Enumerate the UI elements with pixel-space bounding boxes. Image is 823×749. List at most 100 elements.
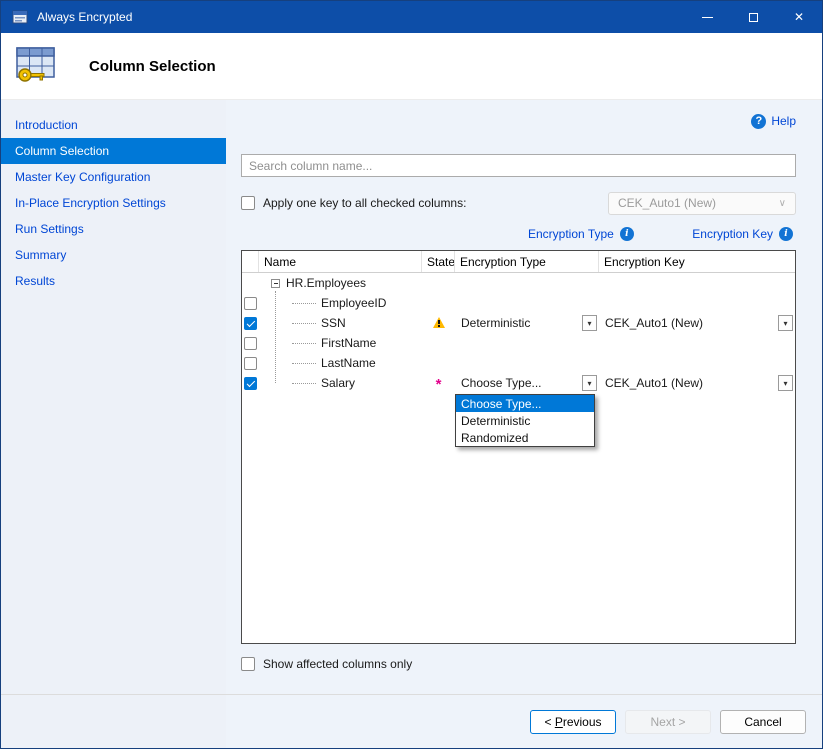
sidebar-item-introduction[interactable]: Introduction [1,112,226,138]
window-title: Always Encrypted [37,10,132,24]
always-encrypted-wizard-window: Always Encrypted ✕ Column Selection Intr… [0,0,823,749]
help-link[interactable]: Help [771,114,796,128]
sidebar-item-summary[interactable]: Summary [1,242,226,268]
sidebar-item-run-settings[interactable]: Run Settings [1,216,226,242]
row-checkbox[interactable] [244,357,257,370]
dropdown-arrow-icon[interactable]: ▾ [582,315,597,331]
next-label: Next > [650,715,685,729]
close-icon: ✕ [794,10,804,24]
arrow-glyph: ▾ [587,319,591,328]
column-name-label: FirstName [321,336,376,350]
tree-branch-line [292,303,316,304]
minimize-icon [702,17,713,18]
maximize-icon [749,13,758,22]
sidebar-item-label: Results [15,274,55,288]
warning-icon [433,317,445,328]
close-button[interactable]: ✕ [776,1,822,33]
wizard-header: Column Selection [1,33,822,100]
apply-key-value: CEK_Auto1 (New) [618,196,716,210]
sidebar-item-label: Run Settings [15,222,84,236]
previous-label-suffix: revious [563,715,602,729]
header-encryption-key: Encryption Key [599,251,795,272]
dropdown-arrow-icon[interactable]: ▾ [778,315,793,331]
arrow-glyph: ▾ [783,379,787,388]
column-name-label: EmployeeID [321,296,386,310]
tree-branch-line [292,343,316,344]
encryption-key-value: CEK_Auto1 (New) [605,376,778,390]
minimize-button[interactable] [684,1,730,33]
apply-one-key-label: Apply one key to all checked columns: [263,196,466,210]
table-row-employeeid: EmployeeID [242,293,795,313]
header-state: State [422,251,455,272]
arrow-glyph: ▾ [783,319,787,328]
dropdown-arrow-icon[interactable]: ▾ [582,375,597,391]
encryption-type-dropdown-salary[interactable]: Choose Type... ▾ [455,373,599,393]
row-checkbox[interactable] [244,337,257,350]
next-button[interactable]: Next > [625,710,711,734]
tree-collapse-icon[interactable] [271,279,280,288]
table-row-ssn: SSN Deterministic ▾ CEK_Auto1 (New) ▾ [242,313,795,333]
column-selection-page: ? Help Apply one key to all checked colu… [226,100,822,749]
arrow-glyph: ▾ [587,379,591,388]
table-row-firstname: FirstName [242,333,795,353]
dropdown-arrow-icon[interactable]: ▾ [778,375,793,391]
previous-button[interactable]: < Previous [530,710,616,734]
sidebar-item-column-selection[interactable]: Column Selection [1,138,226,164]
row-checkbox[interactable] [244,377,257,390]
sidebar-item-label: Introduction [15,118,78,132]
dropdown-option-deterministic[interactable]: Deterministic [456,412,594,429]
info-icon[interactable]: i [620,227,634,241]
cancel-button[interactable]: Cancel [720,710,806,734]
help-icon[interactable]: ? [751,114,766,129]
grid-header-row: Name State Encryption Type Encryption Ke… [242,251,795,273]
columns-grid: Name State Encryption Type Encryption Ke… [241,250,796,644]
sidebar-item-label: Column Selection [15,144,109,158]
column-name-label: LastName [321,356,376,370]
wizard-steps-sidebar: Introduction Column Selection Master Key… [1,100,226,749]
encryption-type-open-dropdown: Choose Type... Deterministic Randomized [455,394,595,447]
column-name-label: Salary [321,376,355,390]
tree-guide-line [275,291,276,383]
page-title: Column Selection [89,58,216,75]
row-checkbox[interactable] [244,317,257,330]
sidebar-item-label: Summary [15,248,66,262]
table-name-label: HR.Employees [286,276,366,290]
title-bar: Always Encrypted ✕ [1,1,822,33]
search-column-input[interactable] [241,154,796,177]
column-selection-icon [13,45,59,87]
info-icon[interactable]: i [779,227,793,241]
tree-branch-line [292,363,316,364]
sidebar-item-label: In-Place Encryption Settings [15,196,166,210]
encryption-key-dropdown-salary[interactable]: CEK_Auto1 (New) ▾ [599,373,795,393]
encryption-type-dropdown-ssn[interactable]: Deterministic ▾ [455,313,599,333]
maximize-button[interactable] [730,1,776,33]
dropdown-option-choose-type[interactable]: Choose Type... [456,395,594,412]
header-encryption-type: Encryption Type [455,251,599,272]
table-row-lastname: LastName [242,353,795,373]
required-icon: * [436,380,442,390]
show-affected-columns-label: Show affected columns only [263,657,412,671]
sidebar-item-master-key-configuration[interactable]: Master Key Configuration [1,164,226,190]
wizard-footer: < Previous Next > Cancel [1,694,822,748]
encryption-type-link[interactable]: Encryption Type [528,227,614,241]
sidebar-item-results[interactable]: Results [1,268,226,294]
previous-label-prefix: < [544,715,554,729]
column-name-label: SSN [321,316,346,330]
apply-key-dropdown[interactable]: CEK_Auto1 (New) ∨ [608,192,796,215]
wizard-body: Introduction Column Selection Master Key… [1,100,822,749]
table-row-salary: Salary * Choose Type... ▾ CEK_Auto1 (New… [242,373,795,393]
window-controls: ✕ [684,1,822,33]
encryption-key-dropdown-ssn[interactable]: CEK_Auto1 (New) ▾ [599,313,795,333]
encryption-key-link[interactable]: Encryption Key [692,227,773,241]
tree-branch-line [292,323,316,324]
header-checkbox-column [242,251,259,272]
previous-label-accesskey: P [555,715,563,729]
encryption-type-value: Choose Type... [461,376,582,390]
cancel-label: Cancel [744,715,781,729]
apply-one-key-checkbox[interactable] [241,196,255,210]
sidebar-item-in-place-encryption-settings[interactable]: In-Place Encryption Settings [1,190,226,216]
tree-branch-line [292,383,316,384]
row-checkbox[interactable] [244,297,257,310]
dropdown-option-randomized[interactable]: Randomized [456,429,594,446]
show-affected-columns-checkbox[interactable] [241,657,255,671]
